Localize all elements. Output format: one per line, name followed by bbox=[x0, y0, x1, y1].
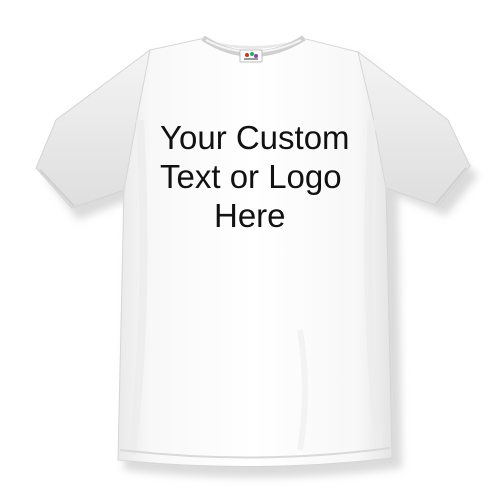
brand-tag-icon bbox=[239, 49, 263, 63]
product-image: Your Custom Text or Logo Here bbox=[0, 0, 500, 500]
print-line-2: Text or Logo bbox=[160, 158, 342, 195]
print-line-1: Your Custom bbox=[160, 119, 350, 156]
print-line-3: Here bbox=[214, 197, 286, 234]
tshirt-body bbox=[117, 37, 393, 468]
tshirt-graphic bbox=[35, 35, 478, 478]
